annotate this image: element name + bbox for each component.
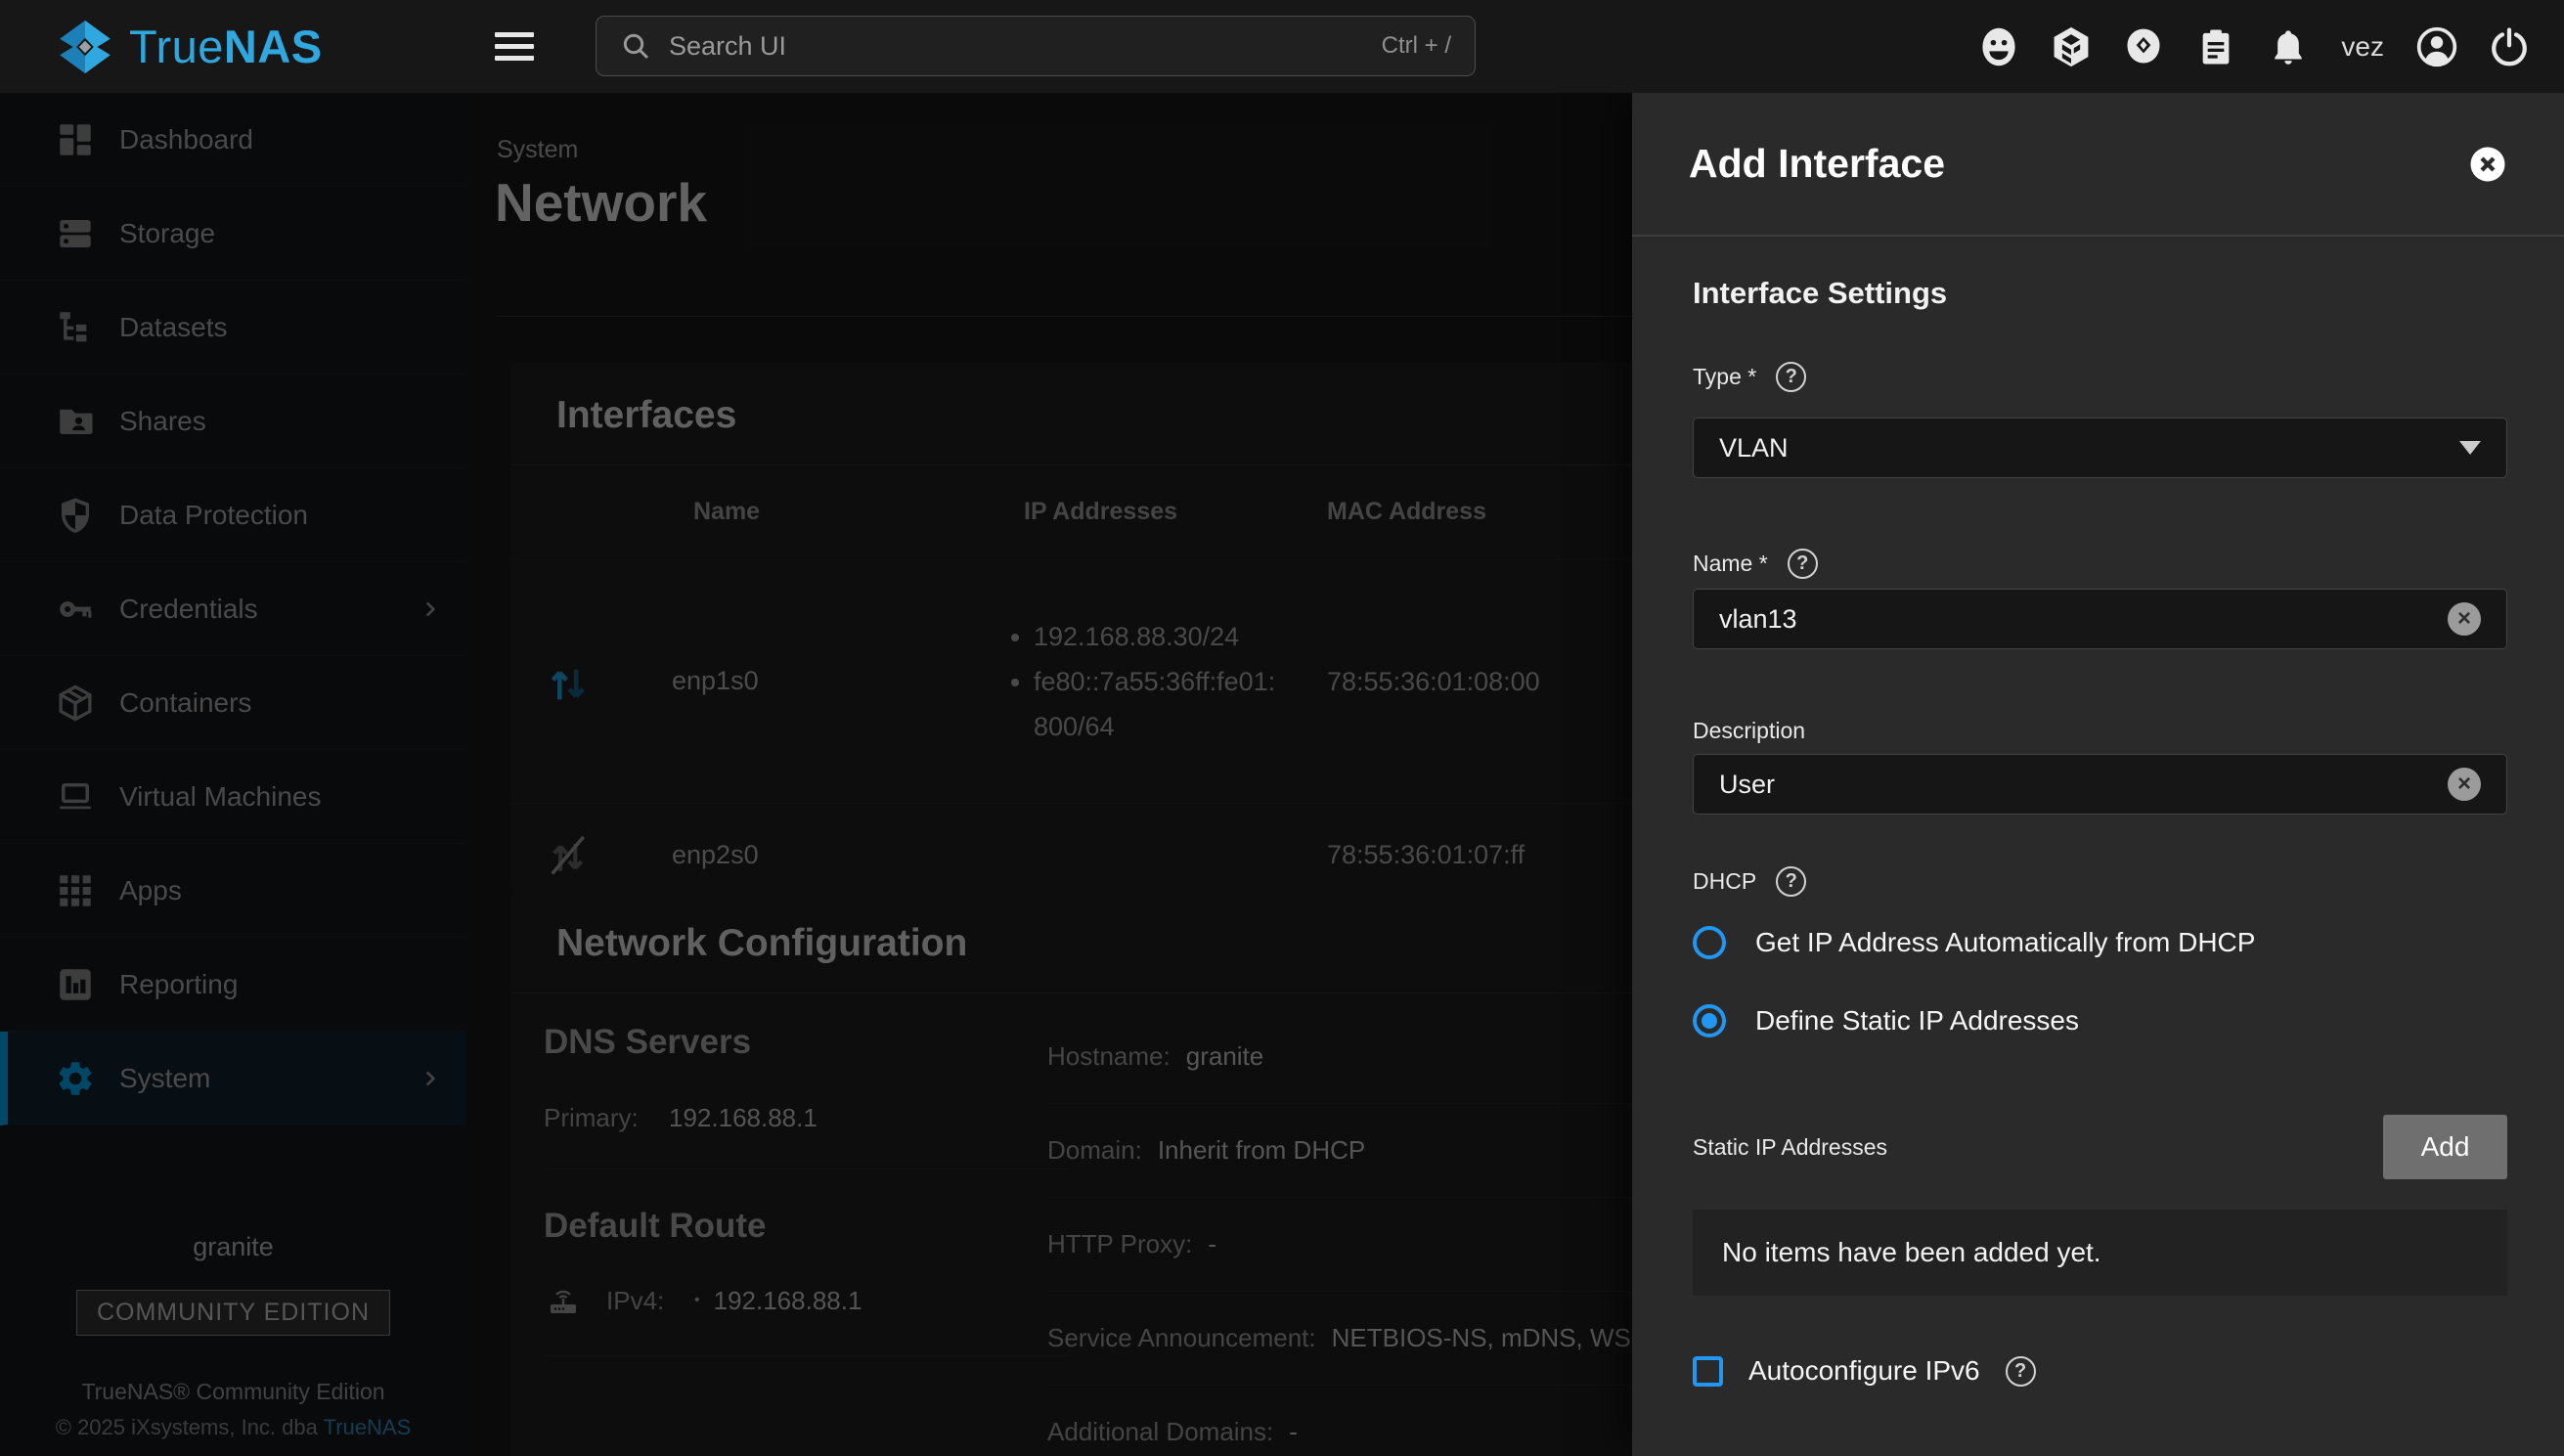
type-label-row: Type * ? (1693, 362, 2507, 392)
checkbox-unchecked-icon[interactable] (1693, 1356, 1723, 1387)
help-icon[interactable]: ? (1776, 866, 1806, 897)
description-label: Description (1693, 718, 1805, 744)
topbar-actions: vez (1977, 0, 2531, 93)
truenas-logo-text: TrueNAS (129, 20, 323, 73)
user-avatar-icon[interactable] (2415, 25, 2458, 68)
radio-selected-icon[interactable] (1693, 1004, 1726, 1037)
empty-list-text: No items have been added yet. (1722, 1237, 2101, 1268)
clear-input-icon[interactable]: × (2448, 768, 2481, 801)
power-icon[interactable] (2488, 25, 2531, 68)
static-ip-row: Static IP Addresses Add (1693, 1115, 2507, 1179)
global-search[interactable]: Ctrl + / (596, 16, 1476, 76)
interface-settings-heading: Interface Settings (1693, 276, 2507, 311)
truenas-app: TrueNAS Ctrl + / (0, 0, 2564, 1456)
ix-cloud-icon[interactable] (2122, 25, 2165, 68)
type-label: Type * (1693, 364, 1756, 390)
truenas-logo-icon (55, 17, 115, 77)
type-select-value: VLAN (1719, 433, 2459, 463)
name-label: Name * (1693, 551, 1768, 577)
help-icon[interactable]: ? (1788, 549, 1818, 579)
jobs-clipboard-icon[interactable] (2194, 25, 2237, 68)
name-field: × (1693, 589, 2507, 649)
clear-input-icon[interactable]: × (2448, 602, 2481, 636)
name-input[interactable] (1719, 604, 2448, 635)
ipv6-checkbox-row[interactable]: Autoconfigure IPv6 ? (1693, 1355, 2507, 1387)
modal-backdrop[interactable] (0, 93, 1632, 1456)
close-icon[interactable] (2468, 145, 2507, 184)
search-icon (620, 30, 651, 62)
name-label-row: Name * ? (1693, 549, 2507, 579)
username-label: vez (2341, 31, 2384, 63)
feedback-smiley-icon[interactable] (1977, 25, 2020, 68)
alerts-bell-icon[interactable] (2267, 25, 2310, 68)
static-ip-radio-option[interactable]: Define Static IP Addresses (1693, 1004, 2507, 1037)
description-field: × (1693, 754, 2507, 815)
static-ip-label: Static IP Addresses (1693, 1134, 1887, 1161)
description-label-row: Description (1693, 718, 2507, 744)
panel-header: Add Interface (1632, 93, 2564, 237)
search-shortcut-hint: Ctrl + / (1382, 32, 1451, 60)
radio-unselected-icon[interactable] (1693, 926, 1726, 959)
help-icon[interactable]: ? (2006, 1356, 2036, 1387)
search-input[interactable] (669, 31, 1364, 62)
top-bar: TrueNAS Ctrl + / (0, 0, 2564, 93)
description-input[interactable] (1719, 770, 2448, 800)
panel-body: Interface Settings Type * ? VLAN Name * … (1632, 237, 2564, 1387)
type-select[interactable]: VLAN (1693, 418, 2507, 478)
panel-title: Add Interface (1689, 141, 1945, 187)
menu-toggle-icon[interactable] (495, 26, 534, 66)
radio-label: Get IP Address Automatically from DHCP (1755, 927, 2255, 958)
truecommand-icon[interactable] (2050, 25, 2093, 68)
add-button[interactable]: Add (2383, 1115, 2507, 1179)
dhcp-radio-option[interactable]: Get IP Address Automatically from DHCP (1693, 926, 2507, 959)
ipv6-label: Autoconfigure IPv6 (1748, 1355, 1980, 1387)
chevron-down-icon (2459, 441, 2481, 455)
add-interface-panel: Add Interface Interface Settings Type * … (1632, 93, 2564, 1456)
truenas-logo[interactable]: TrueNAS (55, 0, 323, 93)
empty-list-box: No items have been added yet. (1693, 1210, 2507, 1296)
dhcp-label: DHCP (1693, 868, 1756, 895)
radio-label: Define Static IP Addresses (1755, 1005, 2079, 1037)
help-icon[interactable]: ? (1776, 362, 1806, 392)
dhcp-label-row: DHCP ? (1693, 866, 2507, 897)
